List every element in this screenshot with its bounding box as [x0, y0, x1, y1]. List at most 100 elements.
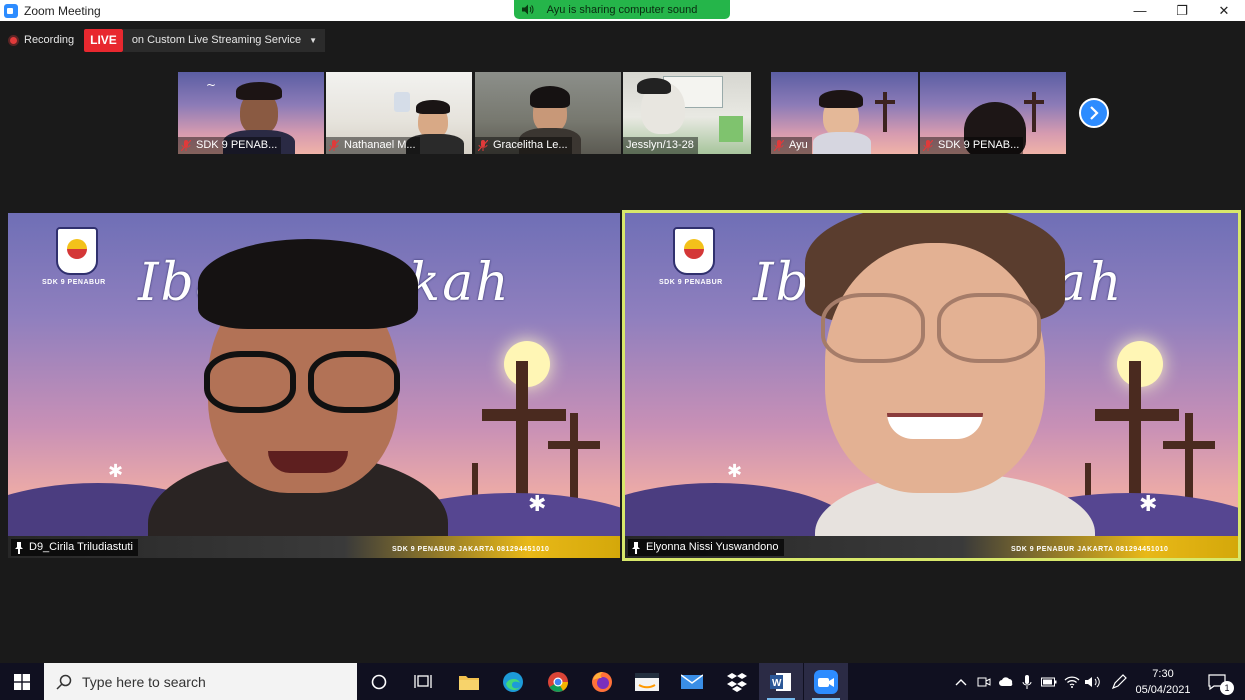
participant-thumbnail[interactable]: Nathanael M...: [326, 72, 472, 154]
pen-icon: [1111, 673, 1127, 689]
wifi-button[interactable]: [1062, 663, 1082, 700]
active-speaker-video[interactable]: SDK 9 PENABUR Ib ah ✱ ✱ SDK 9 PENABUR JA…: [622, 210, 1241, 561]
participant-hair: [416, 100, 450, 114]
star-decoration: ✱: [727, 461, 743, 481]
dropbox-button[interactable]: [715, 663, 759, 700]
thumbnail-name: Ayu: [771, 137, 812, 154]
participant-thumbnail[interactable]: Gracelitha Le...: [475, 72, 621, 154]
participant-video-main[interactable]: SDK 9 PENABUR Iba skah ✱ ✱ SDK 9 PENABUR…: [8, 213, 620, 558]
wifi-icon: [1064, 675, 1080, 688]
taskbar-search-box[interactable]: Type here to search: [44, 663, 357, 700]
next-page-button[interactable]: [1079, 98, 1109, 128]
mic-muted-icon: [478, 140, 488, 151]
participant-hair: [819, 90, 863, 108]
live-service-dropdown[interactable]: on Custom Live Streaming Service ▼: [122, 28, 326, 52]
pin-icon: [15, 541, 23, 554]
chevron-down-icon: ▼: [309, 35, 318, 45]
mic-muted-icon: [181, 140, 191, 151]
background-object: [719, 116, 743, 142]
action-center-button[interactable]: 1: [1200, 663, 1234, 700]
background-footer-text: SDK 9 PENABUR JAKARTA 081294451010: [392, 546, 550, 553]
participant-smile: [887, 413, 983, 439]
cross-decoration: [1032, 92, 1036, 132]
background-footer-text: SDK 9 PENABUR JAKARTA 081294451010: [1011, 546, 1169, 553]
word-icon: W: [770, 672, 791, 691]
cross-decoration: [548, 441, 600, 449]
participant-face: [825, 243, 1045, 493]
tray-app-button[interactable]: [974, 663, 994, 700]
school-logo: [56, 227, 98, 275]
recording-label: Recording: [24, 34, 75, 46]
star-decoration: ✱: [1139, 491, 1158, 516]
chrome-browser-button[interactable]: [536, 663, 580, 700]
mail-icon: [681, 673, 703, 689]
school-name: SDK 9 PENABUR: [42, 279, 106, 286]
taskbar-clock[interactable]: 7:30 05/04/2021: [1133, 664, 1193, 700]
word-app-button[interactable]: W: [759, 663, 803, 700]
recording-status-bar: Recording LIVE on Custom Live Streaming …: [8, 28, 326, 52]
cross-decoration: [1024, 100, 1044, 104]
thumbnail-name-text: Gracelitha Le...: [493, 139, 568, 151]
firefox-button[interactable]: [580, 663, 624, 700]
sharing-sound-banner[interactable]: Ayu is sharing computer sound: [514, 0, 730, 19]
background-title-right: ah: [1055, 253, 1124, 313]
cross-decoration: [875, 100, 895, 104]
participant-thumbnail[interactable]: Ayu: [771, 72, 918, 154]
clock-date: 05/04/2021: [1135, 684, 1191, 696]
maximize-button[interactable]: ❐: [1161, 0, 1203, 21]
microphone-icon: [1022, 674, 1032, 689]
zoom-icon: [814, 669, 838, 694]
live-service-label: on Custom Live Streaming Service: [131, 33, 302, 46]
participant-glasses: [308, 351, 400, 413]
participant-thumbnail[interactable]: ~ SDK 9 PENAB...: [178, 72, 324, 154]
start-button[interactable]: [0, 663, 44, 700]
minimize-button[interactable]: —: [1119, 0, 1161, 21]
video-name-label: D9_Cirila Triludiastuti: [11, 539, 138, 556]
close-button[interactable]: ✕: [1203, 0, 1245, 21]
background-object: [394, 92, 410, 112]
notification-count-badge: 1: [1220, 681, 1234, 695]
thumbnail-name-text: Ayu: [789, 139, 808, 151]
participant-body: [813, 132, 871, 154]
thumbnail-name: SDK 9 PENAB...: [178, 137, 282, 154]
search-placeholder: Type here to search: [82, 673, 206, 690]
thumbnail-name-text: SDK 9 PENAB...: [938, 139, 1020, 151]
volume-button[interactable]: [1083, 663, 1103, 700]
cross-decoration: [883, 92, 887, 132]
mic-muted-icon: [923, 140, 933, 151]
speaker-icon: [1085, 676, 1100, 687]
mail-app-button[interactable]: [670, 663, 714, 700]
participant-glasses: [204, 351, 296, 413]
onedrive-button[interactable]: [996, 663, 1016, 700]
participant-hair: [236, 82, 282, 100]
participant-glasses: [821, 293, 925, 363]
windows-logo-icon: [14, 673, 30, 690]
participant-hair: [637, 78, 671, 94]
star-decoration: ✱: [528, 491, 547, 516]
participant-hair: [530, 86, 570, 108]
search-icon: [56, 674, 72, 690]
cortana-button[interactable]: [357, 663, 401, 700]
pen-workspace-button[interactable]: [1108, 663, 1130, 700]
participant-thumbnail[interactable]: SDK 9 PENAB...: [920, 72, 1066, 154]
participant-thumbnail[interactable]: Jesslyn/13-28: [623, 72, 751, 154]
video-name-text: Elyonna Nissi Yuswandono: [646, 541, 779, 553]
thumbnail-name-text: SDK 9 PENAB...: [196, 139, 278, 151]
cortana-circle-icon: [371, 674, 387, 689]
school-logo: [673, 227, 715, 275]
amazon-app-button[interactable]: [625, 663, 669, 700]
task-view-button[interactable]: [401, 663, 445, 700]
edge-browser-button[interactable]: [491, 663, 535, 700]
microphone-tray-button[interactable]: [1018, 663, 1036, 700]
thumbnail-name: SDK 9 PENAB...: [920, 137, 1024, 154]
mic-muted-icon: [774, 140, 784, 151]
cloud-icon: [999, 676, 1013, 686]
file-explorer-button[interactable]: [447, 663, 491, 700]
show-hidden-icons-button[interactable]: [950, 663, 972, 700]
star-decoration: ✱: [108, 461, 124, 481]
chevron-right-icon: [1090, 106, 1099, 120]
zoom-app-button[interactable]: [804, 663, 848, 700]
dropbox-icon: [727, 672, 747, 692]
battery-button[interactable]: [1038, 663, 1060, 700]
clock-time: 7:30: [1152, 668, 1174, 680]
